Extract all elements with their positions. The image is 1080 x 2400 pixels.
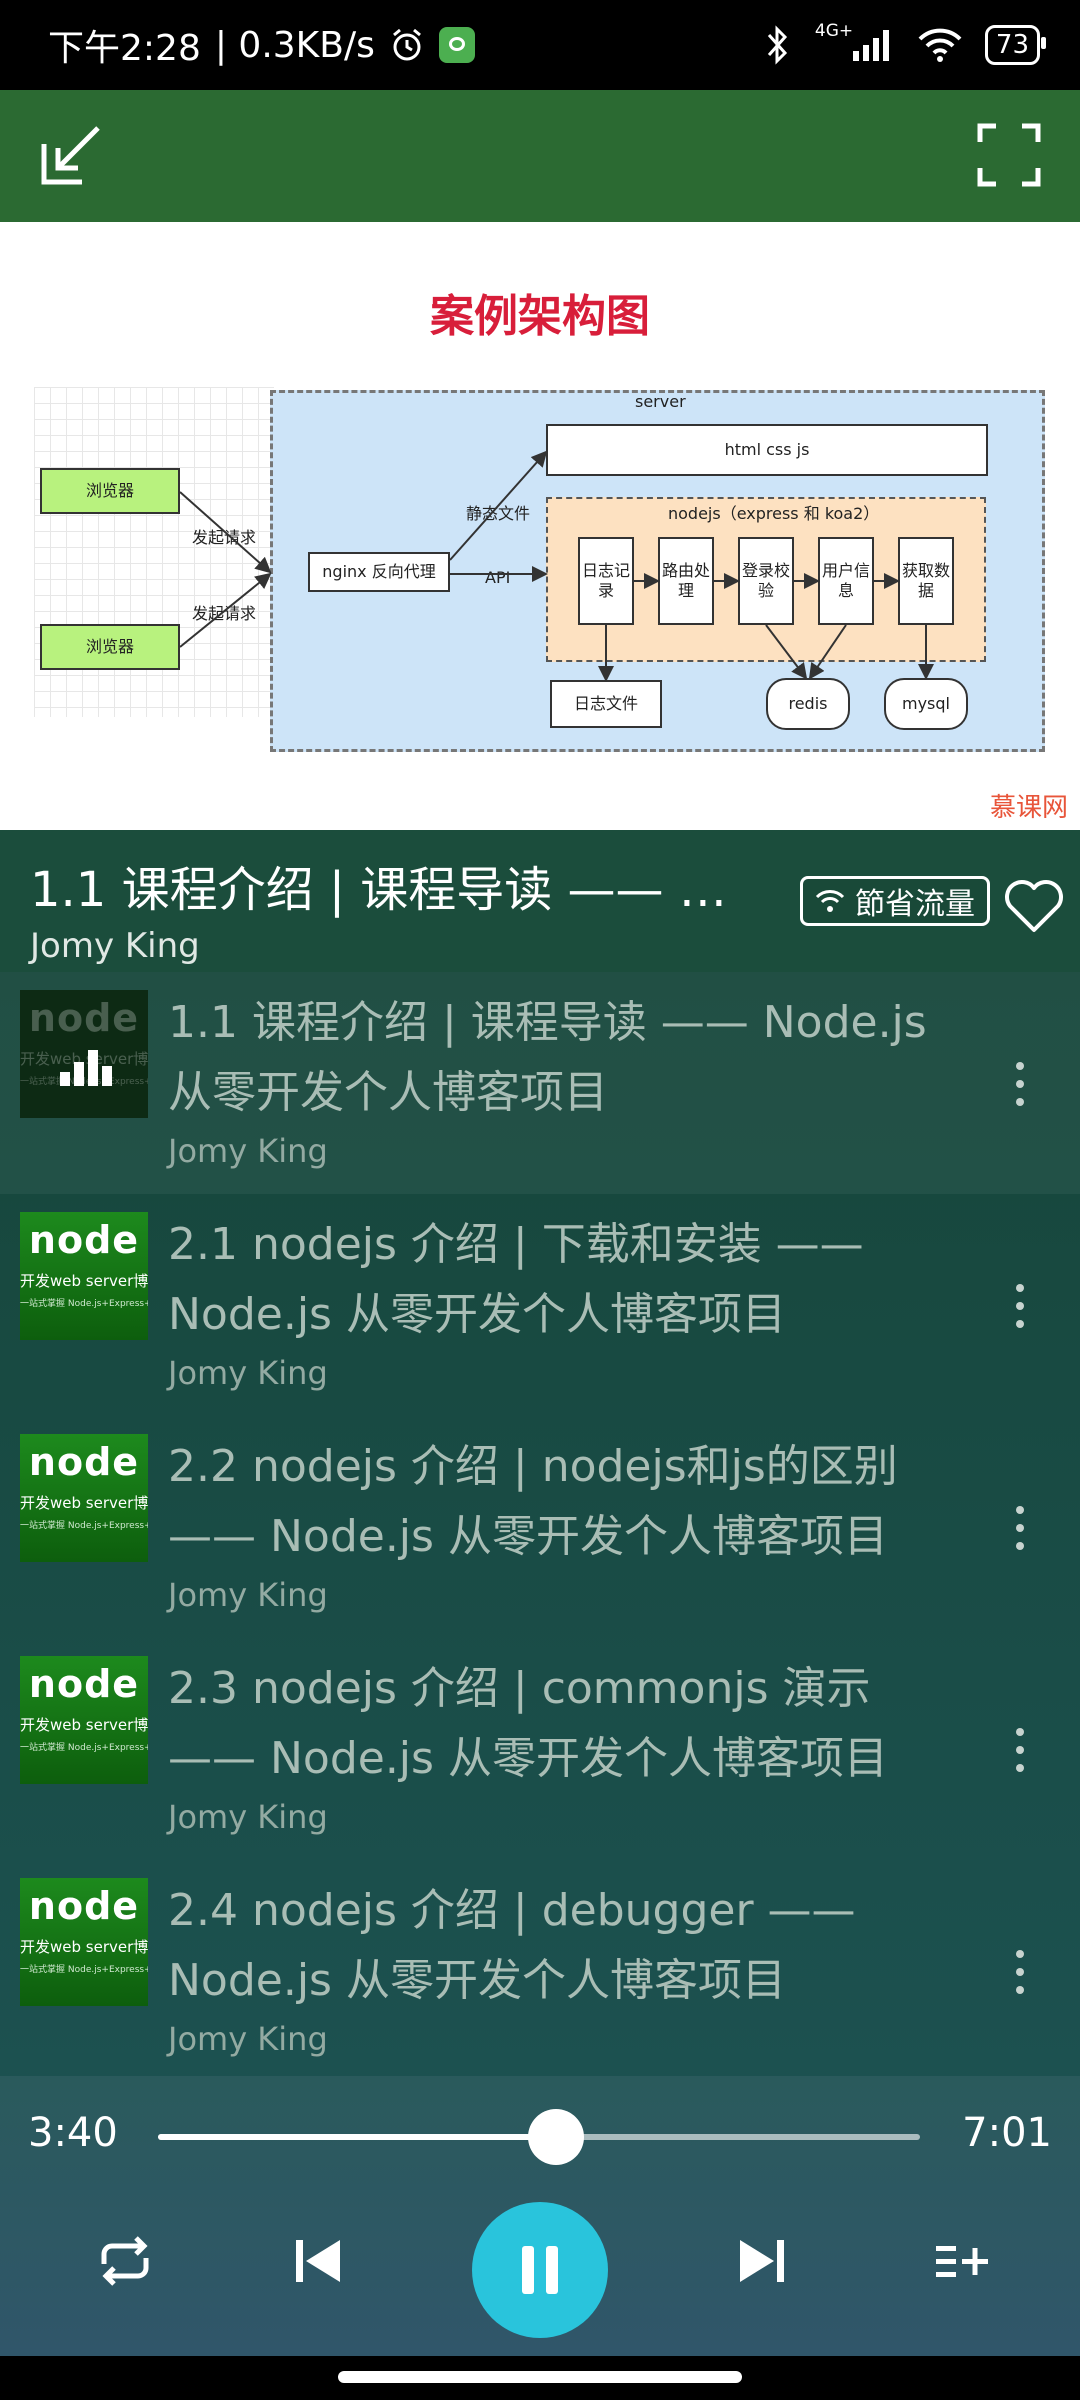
- item-artist: Jomy King: [168, 1132, 328, 1170]
- item-title: 2.3 nodejs 介绍 | commonjs 演示 —— Node.js 从…: [168, 1663, 888, 1784]
- item-title: 2.1 nodejs 介绍 | 下载和安装 —— Node.js 从零开发个人博…: [168, 1219, 864, 1340]
- seek-bar[interactable]: [158, 2109, 920, 2165]
- battery-level: 73: [995, 30, 1029, 60]
- now-playing-bars-icon: [60, 1050, 112, 1086]
- thumbnail-logo: node: [28, 1440, 140, 1484]
- item-title: 1.1 课程介绍 | 课程导读 —— Node.js 从零开发个人博客项目: [168, 997, 927, 1118]
- wifi-icon: [918, 28, 962, 62]
- playlist-item[interactable]: node 开发web server博客 一站式掌握 Node.js+Expres…: [0, 1194, 1080, 1416]
- heart-icon[interactable]: [1002, 878, 1066, 934]
- status-bar: 下午2:28 | 0.3KB/s 4G+ 73: [0, 0, 1080, 90]
- more-options-icon[interactable]: [1005, 1284, 1035, 1344]
- thumbnail-subtitle: 开发web server博客: [20, 1272, 148, 1290]
- playlist-item[interactable]: node 开发web server博客 一站式掌握 Node.js+Expres…: [0, 1638, 1080, 1860]
- data-saver-button[interactable]: 節省流量: [800, 876, 990, 926]
- playlist-item[interactable]: node 开发web server博客 一站式掌握 Node.js+Expres…: [0, 1416, 1080, 1638]
- data-saver-label: 節省流量: [855, 887, 975, 922]
- seek-bar-fill: [158, 2134, 556, 2140]
- item-title: 2.2 nodejs 介绍 | nodejs和js的区别 —— Node.js …: [168, 1441, 898, 1562]
- now-playing-title: 1.1 课程介绍 | 课程导读 —— Node.js 从零开发个人博客项目: [30, 862, 750, 918]
- thumbnail-caption: 一站式掌握 Node.js+Express+Koa2: [20, 1299, 148, 1309]
- more-options-icon[interactable]: [1005, 1062, 1035, 1122]
- player-controls: 3:40 7:01: [0, 2076, 1080, 2356]
- cellular-signal-icon: 4G+: [815, 21, 895, 65]
- playlist-item[interactable]: node 开发web server博客 一站式掌握 Node.js+Expres…: [0, 1860, 1080, 2076]
- fullscreen-icon[interactable]: [974, 120, 1044, 190]
- thumbnail: node 开发web server博客 一站式掌握 Node.js+Expres…: [20, 1878, 148, 2006]
- seek-bar-thumb[interactable]: [527, 2109, 584, 2165]
- app-notification-icon: [438, 27, 475, 63]
- more-options-icon[interactable]: [1005, 1728, 1035, 1788]
- previous-icon[interactable]: [282, 2226, 352, 2296]
- thumbnail: node 开发web server博客 一站式掌握 Node.js+Expres…: [20, 990, 148, 1118]
- alarm-icon: [392, 28, 421, 61]
- thumbnail-logo: node: [28, 1662, 140, 1706]
- thumbnail-logo: node: [28, 996, 140, 1040]
- thumbnail-caption: 一站式掌握 Node.js+Express+Koa2: [20, 1965, 148, 1975]
- thumbnail-subtitle: 开发web server博客: [20, 1494, 148, 1512]
- video-player[interactable]: 案例架构图 server 浏览器 浏览器 发起请求 发起请求 nginx 反向代…: [0, 222, 1080, 830]
- thumbnail: node 开发web server博客 一站式掌握 Node.js+Expres…: [20, 1212, 148, 1340]
- status-right: 4G+ 73: [763, 21, 1047, 65]
- battery-icon: 73: [984, 25, 1047, 65]
- thumbnail: node 开发web server博客 一站式掌握 Node.js+Expres…: [20, 1434, 148, 1562]
- more-options-icon[interactable]: [1005, 1506, 1035, 1566]
- thumbnail-caption: 一站式掌握 Node.js+Express+Koa2: [20, 1743, 148, 1753]
- status-left: 下午2:28 | 0.3KB/s: [48, 19, 475, 71]
- home-indicator[interactable]: [338, 2371, 742, 2383]
- more-options-icon[interactable]: [1005, 1950, 1035, 2010]
- thumbnail: node 开发web server博客 一站式掌握 Node.js+Expres…: [20, 1656, 148, 1784]
- video-top-bar: [0, 90, 1080, 222]
- now-playing-header: 1.1 课程介绍 | 课程导读 —— Node.js 从零开发个人博客项目 Jo…: [0, 830, 1080, 972]
- total-time: 7:01: [962, 2110, 1052, 2156]
- next-icon[interactable]: [728, 2226, 798, 2296]
- thumbnail-subtitle: 开发web server博客: [20, 1716, 148, 1734]
- playlist-item[interactable]: node 开发web server博客 一站式掌握 Node.js+Expres…: [0, 972, 1080, 1194]
- system-nav-bar: [0, 2356, 1080, 2400]
- status-time: 下午2:28: [48, 28, 201, 69]
- network-speed: | 0.3KB/s: [214, 24, 375, 66]
- wifi-icon: [815, 890, 845, 912]
- playlist: node 开发web server博客 一站式掌握 Node.js+Expres…: [0, 972, 1080, 2076]
- item-artist: Jomy King: [168, 1798, 328, 1836]
- thumbnail-caption: 一站式掌握 Node.js+Express+Koa2: [20, 1521, 148, 1531]
- watermark: 慕课网: [989, 793, 1068, 823]
- pause-button[interactable]: [472, 2202, 608, 2338]
- current-time: 3:40: [28, 2110, 118, 2156]
- thumbnail-logo: node: [28, 1218, 140, 1262]
- minimize-icon[interactable]: [36, 120, 106, 190]
- item-title: 2.4 nodejs 介绍 | debugger —— Node.js 从零开发…: [168, 1885, 856, 2006]
- item-artist: Jomy King: [168, 1354, 328, 1392]
- now-playing-artist: Jomy King: [30, 926, 200, 966]
- item-artist: Jomy King: [168, 1576, 328, 1614]
- thumbnail-logo: node: [28, 1884, 140, 1928]
- diagram-arrows: [179, 450, 934, 682]
- add-to-queue-icon[interactable]: [928, 2226, 998, 2296]
- bluetooth-icon: [767, 25, 787, 65]
- item-artist: Jomy King: [168, 2020, 328, 2058]
- repeat-icon[interactable]: [90, 2226, 160, 2296]
- thumbnail-subtitle: 开发web server博客: [20, 1938, 148, 1956]
